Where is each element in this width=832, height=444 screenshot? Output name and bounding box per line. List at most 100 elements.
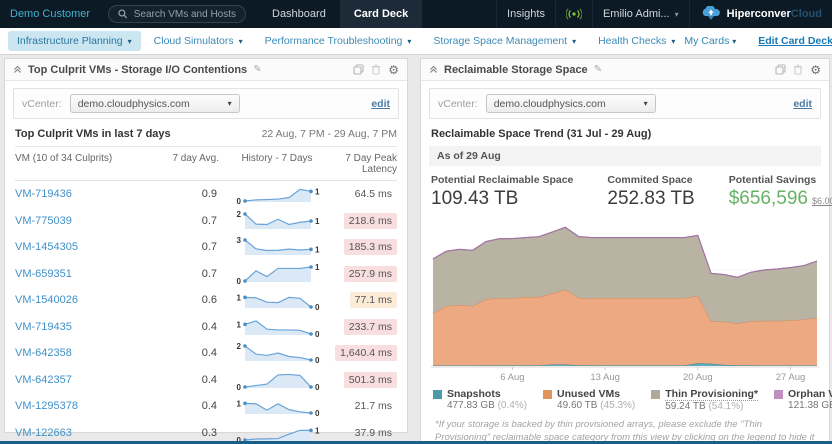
legend-swatch	[543, 390, 552, 399]
deck-tab-storage-space-management[interactable]: Storage Space Management▾	[424, 31, 585, 51]
vcenter-label: vCenter:	[438, 98, 478, 110]
search-input[interactable]: Search VMs and Hosts	[108, 5, 246, 23]
chevron-down-icon: ▾	[228, 99, 232, 108]
vm-link[interactable]: VM-1454305	[15, 241, 163, 253]
vcenter-label: vCenter:	[22, 98, 62, 110]
legend-item-thin-provisioning-[interactable]: Thin Provisioning*59.24 TB (54.1%)	[651, 388, 758, 412]
chevron-down-icon: ▾	[407, 37, 411, 46]
user-menu[interactable]: Emilio Admi... ▾	[592, 0, 689, 28]
avg-value: 0.4	[163, 347, 219, 359]
peak-latency: 21.7 ms	[335, 400, 397, 412]
legend-swatch	[651, 390, 660, 399]
customer-name[interactable]: Demo Customer	[0, 8, 108, 20]
card-reclaimable-storage: Reclaimable Storage Space ✎ ⚙ vCenter: d…	[420, 58, 830, 444]
history-sparkline: 10	[231, 316, 323, 338]
history-sparkline: 20	[231, 342, 323, 364]
stat-potential-reclaimable-space: Potential Reclaimable Space109.43 TB	[431, 174, 573, 210]
vcenter-dropdown[interactable]: demo.cloudphysics.com ▾	[70, 94, 240, 113]
svg-text:0: 0	[315, 330, 320, 338]
vm-link[interactable]: VM-1295378	[15, 400, 163, 412]
svg-text:2: 2	[237, 342, 242, 351]
trend-chart: 6 Aug13 Aug20 Aug27 Aug	[421, 212, 829, 384]
vcenter-edit-link[interactable]: edit	[371, 98, 390, 110]
collapse-icon[interactable]	[13, 65, 22, 74]
trash-icon[interactable]	[371, 64, 381, 75]
deck-tab-infrastructure-planning[interactable]: Infrastructure Planning▾	[8, 31, 141, 51]
deck-tab-health-checks[interactable]: Health Checks▾	[589, 31, 684, 51]
vcenter-edit-link[interactable]: edit	[793, 98, 812, 110]
search-icon	[118, 9, 128, 19]
chevron-down-icon: ▾	[644, 99, 648, 108]
svg-text:0: 0	[237, 383, 242, 391]
vm-link[interactable]: VM-719435	[15, 321, 163, 333]
edit-card-decks-link[interactable]: Edit Card Decks	[758, 35, 832, 47]
svg-text:0: 0	[237, 277, 242, 285]
card-title: Top Culprit VMs - Storage I/O Contention…	[28, 64, 247, 76]
legend-item-unused-vms[interactable]: Unused VMs49.60 TB (45.3%)	[543, 388, 635, 412]
status-signal[interactable]	[555, 0, 592, 28]
collapse-icon[interactable]	[429, 65, 438, 74]
deck-tab-cloud-simulators[interactable]: Cloud Simulators▾	[145, 31, 252, 51]
gear-icon[interactable]: ⚙	[810, 64, 821, 76]
history-sparkline: 00	[231, 369, 323, 391]
price-per-gb-link[interactable]: $6.00 per GB	[812, 196, 832, 206]
edit-title-icon[interactable]: ✎	[594, 64, 602, 75]
chevron-down-icon: ▾	[732, 37, 736, 46]
gear-icon[interactable]: ⚙	[388, 64, 399, 76]
card-header: Top Culprit VMs - Storage I/O Contention…	[5, 59, 407, 81]
svg-text:1: 1	[315, 188, 320, 197]
trash-icon[interactable]	[793, 64, 803, 75]
svg-text:6 Aug: 6 Aug	[500, 372, 524, 383]
svg-text:1: 1	[237, 294, 242, 303]
svg-text:27 Aug: 27 Aug	[776, 372, 806, 383]
table-row: VM-6593510.701257.9 ms	[15, 261, 397, 288]
vm-link[interactable]: VM-642358	[15, 347, 163, 359]
user-name: Emilio Admi...	[603, 8, 670, 20]
edit-title-icon[interactable]: ✎	[253, 64, 261, 75]
history-sparkline: 21	[231, 210, 323, 232]
svg-text:1: 1	[315, 217, 320, 226]
vm-link[interactable]: VM-642357	[15, 374, 163, 386]
my-cards-menu[interactable]: My Cards ▾	[684, 35, 736, 47]
chevron-down-icon: ▾	[128, 37, 132, 46]
vm-link[interactable]: VM-719436	[15, 188, 163, 200]
tab-card-deck[interactable]: Card Deck	[340, 0, 422, 28]
vm-link[interactable]: VM-659351	[15, 268, 163, 280]
deck-tab-performance-troubleshooting[interactable]: Performance Troubleshooting▾	[256, 31, 421, 51]
legend-item-snapshots[interactable]: Snapshots477.83 GB (0.4%)	[433, 388, 527, 412]
legend-item-orphan-vm-files[interactable]: Orphan VM Files121.38 GB (0.1%)	[774, 388, 832, 412]
footnote: *If your storage is backed by thin provi…	[421, 412, 829, 444]
insights-link[interactable]: Insights	[496, 0, 555, 28]
svg-text:20 Aug: 20 Aug	[683, 372, 713, 383]
logo-text: HiperconverCloud	[727, 8, 822, 20]
vm-link[interactable]: VM-1540026	[15, 294, 163, 306]
chevron-down-icon: ▾	[675, 10, 679, 19]
vm-link[interactable]: VM-775039	[15, 215, 163, 227]
vcenter-value: demo.cloudphysics.com	[78, 98, 190, 110]
chevron-down-icon: ▾	[572, 37, 576, 46]
vcenter-value: demo.cloudphysics.com	[494, 98, 606, 110]
svg-text:0: 0	[315, 303, 320, 311]
history-sparkline: 31	[231, 236, 323, 258]
svg-text:1: 1	[315, 246, 320, 255]
duplicate-icon[interactable]	[775, 64, 786, 75]
vcenter-dropdown[interactable]: demo.cloudphysics.com ▾	[486, 94, 656, 113]
avg-value: 0.7	[163, 241, 219, 253]
vcenter-selector-box: vCenter: demo.cloudphysics.com ▾ edit	[429, 88, 821, 119]
svg-text:2: 2	[237, 210, 242, 219]
table-subtitle: Top Culprit VMs in last 7 days	[15, 128, 171, 140]
tab-dashboard[interactable]: Dashboard	[258, 0, 340, 28]
peak-latency: 501.3 ms	[335, 372, 397, 388]
vm-link[interactable]: VM-122663	[15, 427, 163, 439]
chevron-down-icon: ▾	[671, 37, 675, 46]
as-of-bar: As of 29 Aug	[429, 146, 821, 166]
table-row: VM-6423570.400501.3 ms	[15, 367, 397, 394]
app-logo[interactable]: HiperconverCloud	[689, 0, 832, 28]
svg-text:1: 1	[315, 426, 320, 435]
peak-latency: 64.5 ms	[335, 188, 397, 200]
card-header: Reclaimable Storage Space ✎ ⚙	[421, 59, 829, 81]
avg-value: 0.4	[163, 400, 219, 412]
svg-text:0: 0	[315, 409, 320, 417]
duplicate-icon[interactable]	[353, 64, 364, 75]
table-row: VM-12953780.41021.7 ms	[15, 393, 397, 420]
